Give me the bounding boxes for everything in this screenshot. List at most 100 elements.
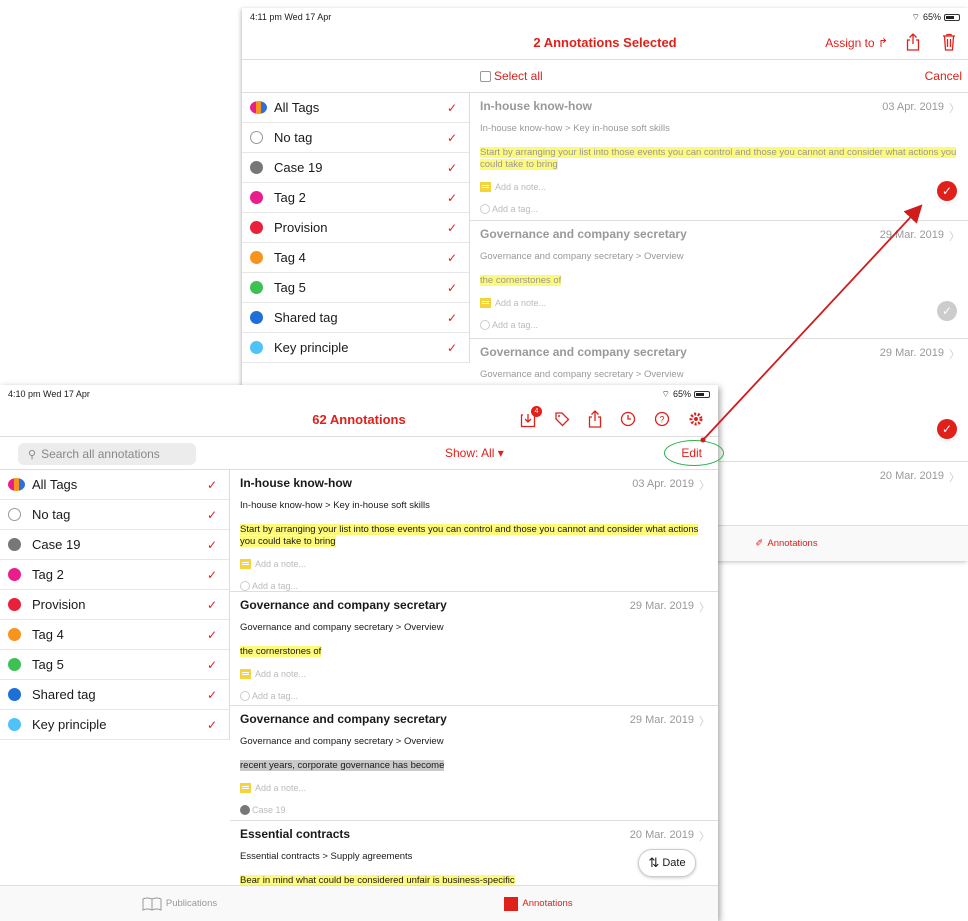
checkmark-icon: ✓	[206, 717, 217, 732]
annotation-path: In-house know-how > Key in-house soft sk…	[240, 500, 430, 511]
tag-circle-icon	[240, 581, 250, 591]
tab-annotations[interactable]: Annotations	[359, 886, 718, 921]
sort-label: Date	[662, 857, 686, 869]
add-tag-button[interactable]: Add a tag...	[240, 581, 708, 591]
list-item[interactable]: Governance and company secretary 29 Mar.…	[230, 706, 718, 821]
add-note-button[interactable]: Add a note...	[240, 559, 708, 569]
tag-label: Tag 2	[274, 190, 306, 205]
tag-row-tag-4[interactable]: Tag 4 ✓	[0, 620, 229, 650]
share-icon[interactable]	[906, 33, 920, 51]
select-all-button[interactable]: Select all	[480, 69, 543, 83]
selected-checkmark-icon[interactable]: ✓	[937, 181, 957, 201]
gear-icon[interactable]	[688, 411, 704, 427]
add-note-button[interactable]: Add a note...	[480, 298, 958, 308]
help-icon[interactable]: ?	[654, 411, 670, 427]
annotation-date: 29 Mar. 2019	[879, 347, 944, 359]
search-input[interactable]: ⚲ Search all annotations	[18, 443, 196, 465]
tag-label: No tag	[274, 130, 313, 145]
tag-label: Provision	[32, 597, 86, 612]
tag-color-dot-icon	[8, 628, 21, 641]
battery-percent: 65%	[922, 12, 941, 22]
status-bar: 4:10 pm Wed 17 Apr ⌔ 65%	[0, 385, 718, 403]
tag-color-dot-icon	[250, 281, 263, 294]
note-icon	[480, 298, 491, 308]
chevron-right-icon: 〉	[699, 831, 710, 843]
checkmark-icon: ✓	[446, 250, 457, 265]
download-icon[interactable]: 4	[520, 406, 542, 428]
annotation-path: Governance and company secretary > Overv…	[240, 736, 444, 747]
checkmark-icon: ✓	[446, 130, 457, 145]
assign-to-button[interactable]: Assign to ↱	[825, 36, 888, 50]
tag-row-shared-tag[interactable]: Shared tag ✓	[242, 303, 469, 333]
wifi-icon: ⌔	[911, 11, 920, 22]
trash-icon[interactable]	[942, 33, 956, 51]
tag-row-shared-tag[interactable]: Shared tag ✓	[0, 680, 229, 710]
tag-row-no-tag[interactable]: No tag ✓	[242, 123, 469, 153]
annotation-tag[interactable]: Case 19	[240, 805, 708, 815]
status-time: 4:11 pm Wed 17 Apr	[250, 12, 332, 22]
note-icon	[240, 783, 251, 793]
note-icon	[240, 559, 251, 569]
add-tag-button[interactable]: Add a tag...	[480, 320, 958, 330]
checkmark-icon: ✓	[446, 280, 457, 295]
add-tag-button[interactable]: Add a tag...	[480, 204, 958, 214]
note-icon	[480, 182, 491, 192]
tag-row-tag-5[interactable]: Tag 5 ✓	[0, 650, 229, 680]
tab-publications[interactable]: Publications	[0, 886, 359, 921]
page-title: 2 Annotations Selected	[533, 35, 677, 50]
tag-row-key-principle[interactable]: Key principle ✓	[0, 710, 229, 740]
checkmark-icon: ✓	[206, 507, 217, 522]
status-time: 4:10 pm Wed 17 Apr	[8, 389, 90, 399]
tag-row-all-tags[interactable]: All Tags ✓	[242, 93, 469, 123]
tab-label: Publications	[165, 898, 218, 909]
sort-arrows-icon: ⇅	[648, 855, 660, 870]
tag-row-key-principle[interactable]: Key principle ✓	[242, 333, 469, 363]
add-note-button[interactable]: Add a note...	[240, 783, 708, 793]
chevron-right-icon: 〉	[699, 480, 710, 492]
tag-label: Tag 4	[274, 250, 306, 265]
list-item[interactable]: In-house know-how 03 Apr. 2019 〉 In-hous…	[470, 93, 968, 221]
add-tag-button[interactable]: Add a tag...	[240, 691, 708, 701]
pencil-icon: ✐	[755, 538, 764, 549]
annotation-path: Governance and company secretary > Overv…	[480, 369, 684, 380]
checkmark-icon: ✓	[206, 657, 217, 672]
tag-filter-list: All Tags ✓ No tag ✓ Case 19 ✓ Tag 2 ✓ Provision ✓…	[0, 470, 230, 740]
tag-color-dot-icon	[8, 658, 21, 671]
sort-button[interactable]: ⇅ Date	[638, 849, 696, 877]
tag-row-no-tag[interactable]: No tag ✓	[0, 500, 229, 530]
checkbox-icon	[480, 70, 491, 82]
nav-bar: 2 Annotations Selected Assign to ↱	[242, 26, 968, 60]
selected-checkmark-icon[interactable]: ✓	[937, 419, 957, 439]
tag-row-case-19[interactable]: Case 19 ✓	[0, 530, 229, 560]
share-icon[interactable]	[588, 410, 602, 428]
tag-row-provision[interactable]: Provision ✓	[0, 590, 229, 620]
add-note-button[interactable]: Add a note...	[240, 669, 708, 679]
tag-row-all-tags[interactable]: All Tags ✓	[0, 470, 229, 500]
tag-label: Tag 4	[32, 627, 64, 642]
svg-text:?: ?	[659, 415, 664, 425]
tag-circle-icon	[480, 204, 490, 214]
tag-row-provision[interactable]: Provision ✓	[242, 213, 469, 243]
tag-row-case-19[interactable]: Case 19 ✓	[242, 153, 469, 183]
unselected-checkmark-icon[interactable]: ✓	[937, 301, 957, 321]
tag-row-tag-2[interactable]: Tag 2 ✓	[242, 183, 469, 213]
search-placeholder: Search all annotations	[41, 447, 160, 461]
show-filter-dropdown[interactable]: Show: All ▾	[445, 446, 504, 460]
tag-label: Case 19	[274, 160, 323, 175]
history-clock-icon[interactable]	[620, 411, 636, 427]
annotation-highlight: the cornerstones of	[480, 275, 562, 286]
tag-row-tag-5[interactable]: Tag 5 ✓	[242, 273, 469, 303]
list-item[interactable]: Governance and company secretary 29 Mar.…	[230, 592, 718, 706]
edit-highlight-circle	[664, 440, 724, 466]
tag-row-tag-2[interactable]: Tag 2 ✓	[0, 560, 229, 590]
annotation-list: In-house know-how 03 Apr. 2019 〉 In-hous…	[230, 470, 718, 886]
no-tag-circle-icon	[250, 131, 263, 144]
cancel-button[interactable]: Cancel	[925, 69, 962, 83]
add-note-button[interactable]: Add a note...	[480, 182, 958, 192]
list-item[interactable]: Governance and company secretary 29 Mar.…	[470, 221, 968, 339]
tag-icon[interactable]	[554, 411, 570, 427]
list-item[interactable]: In-house know-how 03 Apr. 2019 〉 In-hous…	[230, 470, 718, 592]
tag-label: Key principle	[32, 717, 107, 732]
tag-row-tag-4[interactable]: Tag 4 ✓	[242, 243, 469, 273]
battery-icon	[694, 390, 710, 398]
